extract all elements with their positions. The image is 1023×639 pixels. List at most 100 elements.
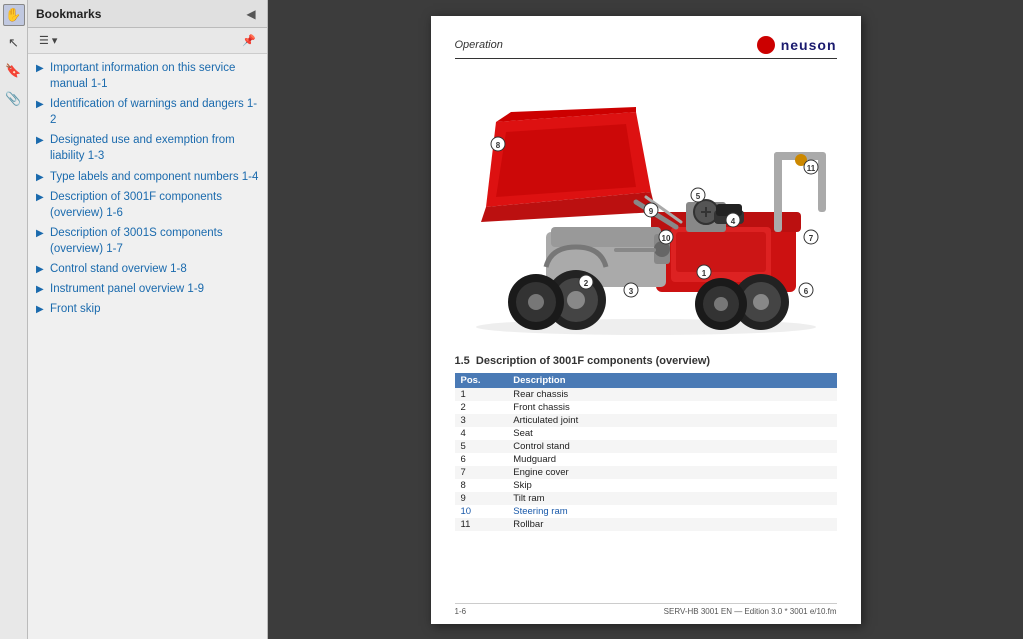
pos-cell: 10 — [455, 505, 508, 518]
bookmark-label: Identification of warnings and dangers 1… — [50, 96, 261, 128]
pos-header: Pos. — [455, 373, 508, 388]
options-menu-button[interactable]: ☰ ▾ — [34, 31, 62, 50]
section-title: Description of 3001F components (overvie… — [476, 355, 710, 367]
desc-cell: Articulated joint — [507, 414, 836, 427]
svg-text:7: 7 — [808, 234, 813, 243]
svg-text:9: 9 — [648, 207, 653, 216]
bookmark-expand-icon: ▶ — [36, 98, 46, 112]
table-row: 11 Rollbar — [455, 518, 837, 531]
section-label: Operation — [455, 39, 503, 51]
desc-cell: Steering ram — [507, 505, 836, 518]
bookmark-label: Description of 3001F components (overvie… — [50, 189, 261, 221]
pos-cell: 11 — [455, 518, 508, 531]
pos-cell: 4 — [455, 427, 508, 440]
bookmark-label: Instrument panel overview 1-9 — [50, 281, 204, 297]
bookmark-label: Type labels and component numbers 1-4 — [50, 169, 258, 185]
pos-cell: 1 — [455, 388, 508, 401]
svg-text:6: 6 — [803, 287, 808, 296]
brand-name: neuson — [781, 37, 837, 53]
table-header-row: Pos. Description — [455, 373, 837, 388]
hand-tool-icon[interactable]: ✋ — [3, 4, 25, 26]
bookmarks-header: Bookmarks ◀ — [28, 0, 267, 28]
table-row: 7 Engine cover — [455, 466, 837, 479]
svg-text:11: 11 — [806, 164, 815, 173]
machine-svg: 1 2 3 4 5 6 7 — [456, 72, 836, 342]
desc-cell: Tilt ram — [507, 492, 836, 505]
bookmark-item[interactable]: ▶ Description of 3001S components (overv… — [28, 223, 267, 259]
svg-text:4: 4 — [730, 217, 735, 226]
bookmark-expand-icon: ▶ — [36, 134, 46, 148]
svg-text:2: 2 — [583, 279, 588, 288]
pos-cell: 2 — [455, 401, 508, 414]
bookmark-item[interactable]: ▶ Control stand overview 1-8 — [28, 259, 267, 279]
bookmark-label: Designated use and exemption from liabil… — [50, 132, 261, 164]
bookmarks-title: Bookmarks — [36, 7, 101, 21]
desc-cell: Front chassis — [507, 401, 836, 414]
pos-cell: 7 — [455, 466, 508, 479]
bookmark-label: Important information on this service ma… — [50, 60, 261, 92]
bookmark-item[interactable]: ▶ Description of 3001F components (overv… — [28, 187, 267, 223]
bookmark-expand-icon: ▶ — [36, 283, 46, 297]
bookmark-item[interactable]: ▶ Type labels and component numbers 1-4 — [28, 167, 267, 187]
bookmark-item[interactable]: ▶ Important information on this service … — [28, 58, 267, 94]
page-number: 1-6 — [455, 607, 467, 616]
machine-illustration: 1 2 3 4 5 6 7 — [455, 67, 837, 347]
table-row: 3 Articulated joint — [455, 414, 837, 427]
table-row: 4 Seat — [455, 427, 837, 440]
bookmark-expand-icon: ▶ — [36, 191, 46, 205]
bookmark-expand-icon: ▶ — [36, 227, 46, 241]
desc-cell: Control stand — [507, 440, 836, 453]
svg-text:5: 5 — [695, 192, 700, 201]
section-heading: 1.5 Description of 3001F components (ove… — [455, 355, 837, 367]
desc-cell: Skip — [507, 479, 836, 492]
pos-cell: 3 — [455, 414, 508, 427]
pos-cell: 9 — [455, 492, 508, 505]
main-content: Operation neuson — [268, 0, 1023, 639]
left-toolbar: ✋ ↖ 🔖 📎 — [0, 0, 28, 639]
desc-cell: Rear chassis — [507, 388, 836, 401]
svg-text:3: 3 — [628, 287, 633, 296]
close-panel-button[interactable]: ◀ — [243, 6, 259, 22]
table-row: 5 Control stand — [455, 440, 837, 453]
bookmarks-tool-icon[interactable]: 🔖 — [3, 60, 25, 82]
desc-cell: Engine cover — [507, 466, 836, 479]
table-row: 2 Front chassis — [455, 401, 837, 414]
attachments-tool-icon[interactable]: 📎 — [3, 88, 25, 110]
bookmark-expand-icon: ▶ — [36, 171, 46, 185]
table-row: 9 Tilt ram — [455, 492, 837, 505]
bookmarks-toolbar: ☰ ▾ 📌 — [28, 28, 267, 54]
bookmark-expand-icon: ▶ — [36, 263, 46, 277]
neuson-logo-icon — [757, 36, 775, 54]
pos-cell: 8 — [455, 479, 508, 492]
svg-text:1: 1 — [701, 269, 706, 278]
brand-logo: neuson — [757, 36, 837, 54]
page-footer: 1-6 SERV-HB 3001 EN — Edition 3.0 * 3001… — [455, 603, 837, 616]
select-tool-icon[interactable]: ↖ — [3, 32, 25, 54]
components-table: Pos. Description 1 Rear chassis 2 Front … — [455, 373, 837, 531]
table-row: 1 Rear chassis — [455, 388, 837, 401]
bookmark-label: Front skip — [50, 301, 101, 317]
add-bookmark-button[interactable]: 📌 — [237, 31, 261, 50]
desc-cell: Mudguard — [507, 453, 836, 466]
desc-cell: Rollbar — [507, 518, 836, 531]
svg-text:8: 8 — [495, 141, 500, 150]
pos-cell: 6 — [455, 453, 508, 466]
section-number: 1.5 — [455, 355, 470, 367]
bookmark-expand-icon: ▶ — [36, 62, 46, 76]
table-row: 10 Steering ram — [455, 505, 837, 518]
pos-cell: 5 — [455, 440, 508, 453]
page-header: Operation neuson — [455, 36, 837, 59]
svg-text:10: 10 — [661, 234, 670, 243]
bookmark-item[interactable]: ▶ Front skip — [28, 299, 267, 319]
bookmark-label: Control stand overview 1-8 — [50, 261, 187, 277]
bookmark-item[interactable]: ▶ Designated use and exemption from liab… — [28, 130, 267, 166]
bookmarks-panel: Bookmarks ◀ ☰ ▾ 📌 ▶ Important informatio… — [28, 0, 268, 639]
document-id: SERV-HB 3001 EN — Edition 3.0 * 3001 e/1… — [664, 607, 837, 616]
table-row: 8 Skip — [455, 479, 837, 492]
bookmark-item[interactable]: ▶ Identification of warnings and dangers… — [28, 94, 267, 130]
desc-cell: Seat — [507, 427, 836, 440]
table-row: 6 Mudguard — [455, 453, 837, 466]
pdf-page: Operation neuson — [431, 16, 861, 624]
desc-header: Description — [507, 373, 836, 388]
bookmark-item[interactable]: ▶ Instrument panel overview 1-9 — [28, 279, 267, 299]
